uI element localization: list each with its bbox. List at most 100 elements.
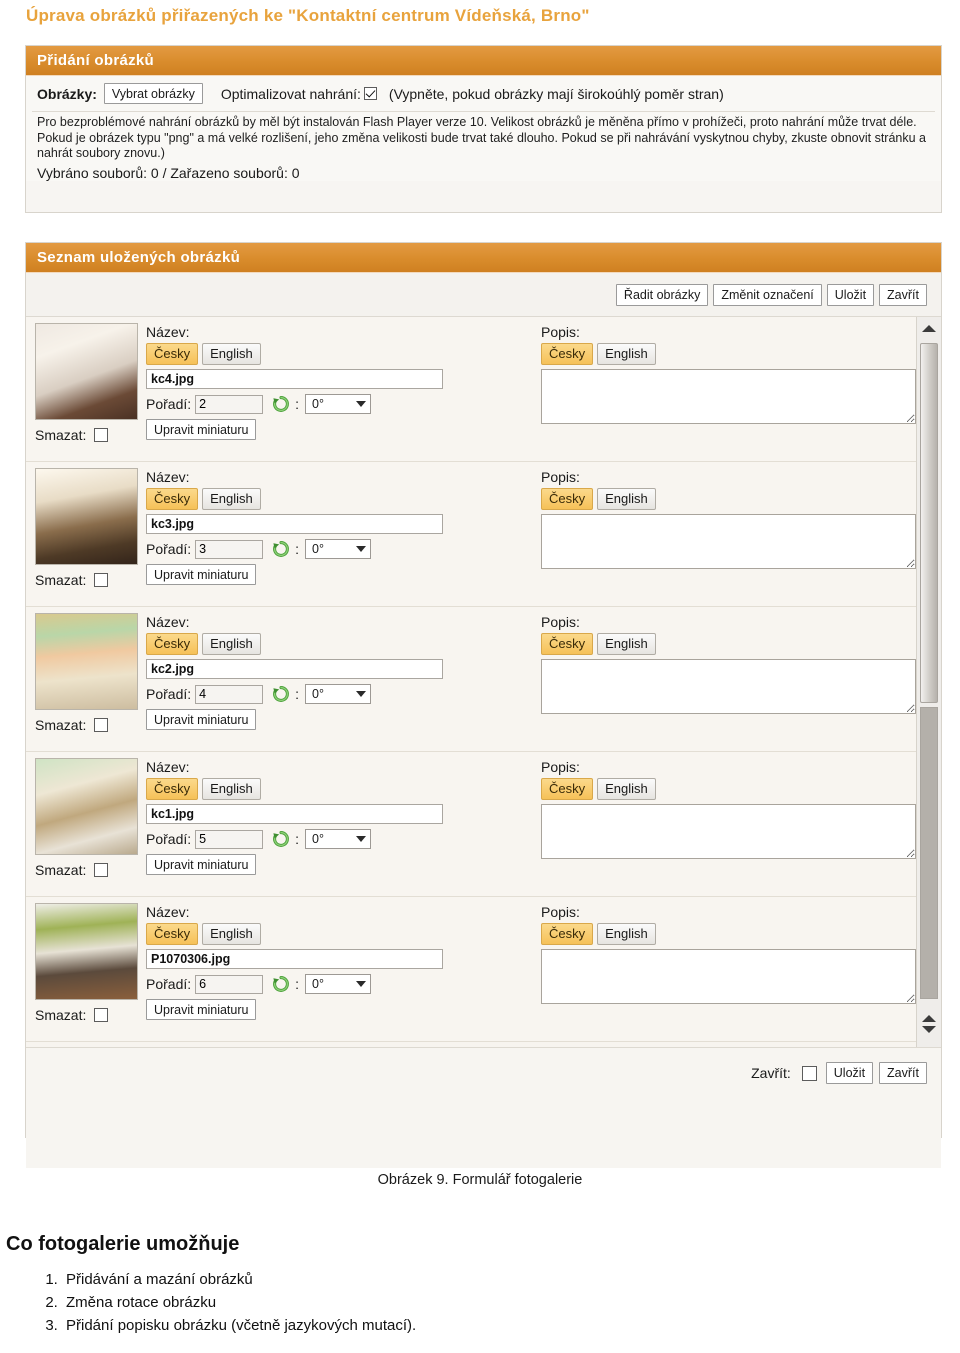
rotation-colon: :: [295, 686, 300, 702]
rotate-icon[interactable]: [272, 830, 290, 848]
rotation-select[interactable]: 0°: [305, 974, 372, 994]
name-tab-cesky[interactable]: Česky: [146, 923, 199, 945]
chevron-down-icon: [356, 691, 367, 697]
edit-thumbnail-button[interactable]: Upravit miniaturu: [146, 999, 257, 1020]
scrollbar-bottom-arrows[interactable]: [917, 1001, 941, 1047]
delete-checkbox[interactable]: [94, 573, 109, 587]
rename-label-button[interactable]: Změnit označení: [713, 283, 822, 306]
rotate-icon[interactable]: [272, 975, 290, 993]
description-tab-english[interactable]: English: [597, 343, 656, 365]
optimize-upload-checkbox[interactable]: [363, 87, 377, 100]
name-tab-english[interactable]: English: [202, 488, 261, 510]
order-input[interactable]: [195, 684, 264, 704]
chevron-up-icon-bottom[interactable]: [922, 1015, 936, 1022]
description-tab-english[interactable]: English: [597, 633, 656, 655]
image-thumbnail[interactable]: [35, 758, 138, 855]
rotation-select[interactable]: 0°: [305, 684, 372, 704]
save-button-top[interactable]: Uložit: [826, 283, 875, 306]
order-input[interactable]: [195, 974, 264, 994]
page-title: Úprava obrázků přiřazených ke "Kontaktní…: [26, 6, 590, 25]
chevron-up-icon: [922, 324, 936, 332]
add-images-panel: Přidání obrázků Obrázky: Vybrat obrázky …: [25, 45, 942, 213]
edit-thumbnail-button[interactable]: Upravit miniaturu: [146, 564, 257, 585]
description-tab-cesky[interactable]: Česky: [541, 488, 594, 510]
close-checkbox-label: Zavřít:: [751, 1065, 791, 1081]
order-input[interactable]: [195, 829, 264, 849]
rotation-select[interactable]: 0°: [305, 829, 372, 849]
image-thumbnail[interactable]: [35, 468, 138, 565]
sort-images-button[interactable]: Řadit obrázky: [615, 283, 709, 306]
image-name-input[interactable]: [146, 659, 443, 679]
scroll-up-arrow-top[interactable]: [917, 317, 941, 339]
description-tab-cesky[interactable]: Česky: [541, 343, 594, 365]
name-tab-english[interactable]: English: [202, 923, 261, 945]
row-thumbnail-cell: Smazat:: [26, 607, 146, 751]
list-item: Přidání popisku obrázku (včetně jazykový…: [62, 1314, 416, 1337]
edit-thumbnail-button[interactable]: Upravit miniaturu: [146, 854, 257, 875]
row-thumbnail-cell: Smazat:: [26, 317, 146, 461]
rotation-select[interactable]: 0°: [305, 394, 372, 414]
description-textarea[interactable]: [541, 369, 916, 424]
order-input[interactable]: [195, 539, 264, 559]
table-row: Smazat: Název: Česky English Pořadí:: [26, 752, 916, 897]
close-button-bottom[interactable]: Zavřít: [879, 1062, 927, 1084]
name-tab-cesky[interactable]: Česky: [146, 633, 199, 655]
image-thumbnail[interactable]: [35, 323, 138, 420]
chevron-down-icon-bottom[interactable]: [922, 1026, 936, 1033]
save-button-bottom[interactable]: Uložit: [825, 1062, 874, 1084]
description-tab-english[interactable]: English: [597, 488, 656, 510]
rotate-icon[interactable]: [272, 395, 290, 413]
image-name-input[interactable]: [146, 514, 443, 534]
image-thumbnail[interactable]: [35, 903, 138, 1000]
table-row: Smazat: Název: Česky English Pořadí:: [26, 897, 916, 1042]
rotation-colon: :: [295, 541, 300, 557]
add-images-panel-body: Obrázky: Vybrat obrázky Optimalizovat na…: [26, 76, 941, 181]
image-list-scrollbar[interactable]: [916, 317, 941, 1047]
description-tab-english[interactable]: English: [597, 923, 656, 945]
description-tab-cesky[interactable]: Česky: [541, 633, 594, 655]
upload-help-text: Pro bezproblémové nahrání obrázků by měl…: [37, 115, 926, 160]
close-after-save-checkbox[interactable]: [801, 1066, 817, 1081]
image-name-input[interactable]: [146, 369, 443, 389]
name-tab-english[interactable]: English: [202, 778, 261, 800]
name-tab-cesky[interactable]: Česky: [146, 488, 199, 510]
chevron-down-icon: [356, 981, 367, 987]
description-tab-cesky[interactable]: Česky: [541, 778, 594, 800]
description-language-tabs: Česky English: [541, 923, 916, 945]
name-label: Název:: [146, 324, 190, 340]
rotation-select[interactable]: 0°: [305, 539, 372, 559]
description-tab-cesky[interactable]: Česky: [541, 923, 594, 945]
delete-checkbox[interactable]: [94, 718, 109, 732]
description-label: Popis:: [541, 904, 580, 920]
close-button-top[interactable]: Zavřít: [879, 283, 927, 306]
order-input[interactable]: [195, 394, 264, 414]
name-tab-english[interactable]: English: [202, 633, 261, 655]
rotate-icon[interactable]: [272, 685, 290, 703]
figure-caption: Obrázek 9. Formulář fotogalerie: [377, 1172, 583, 1188]
name-tab-cesky[interactable]: Česky: [146, 343, 199, 365]
name-tab-english[interactable]: English: [202, 343, 261, 365]
select-images-button[interactable]: Vybrat obrázky: [103, 83, 203, 104]
description-tab-english[interactable]: English: [597, 778, 656, 800]
rotate-icon[interactable]: [272, 540, 290, 558]
row-description-cell: Popis: Česky English: [541, 897, 930, 1041]
delete-checkbox[interactable]: [94, 863, 109, 877]
description-textarea[interactable]: [541, 804, 916, 859]
description-textarea[interactable]: [541, 949, 916, 1004]
image-name-input[interactable]: [146, 804, 443, 824]
order-label: Pořadí:: [146, 831, 192, 847]
image-name-input[interactable]: [146, 949, 443, 969]
saved-images-panel-header: Seznam uložených obrázků: [26, 243, 941, 273]
edit-thumbnail-button[interactable]: Upravit miniaturu: [146, 709, 257, 730]
delete-checkbox[interactable]: [94, 1008, 109, 1022]
description-textarea[interactable]: [541, 514, 916, 569]
scrollbar-track-lower[interactable]: [920, 707, 938, 999]
row-description-cell: Popis: Česky English: [541, 317, 930, 461]
order-label: Pořadí:: [146, 976, 192, 992]
image-thumbnail[interactable]: [35, 613, 138, 710]
description-textarea[interactable]: [541, 659, 916, 714]
scrollbar-thumb[interactable]: [920, 343, 938, 703]
name-tab-cesky[interactable]: Česky: [146, 778, 199, 800]
edit-thumbnail-button[interactable]: Upravit miniaturu: [146, 419, 257, 440]
delete-checkbox[interactable]: [94, 428, 109, 442]
